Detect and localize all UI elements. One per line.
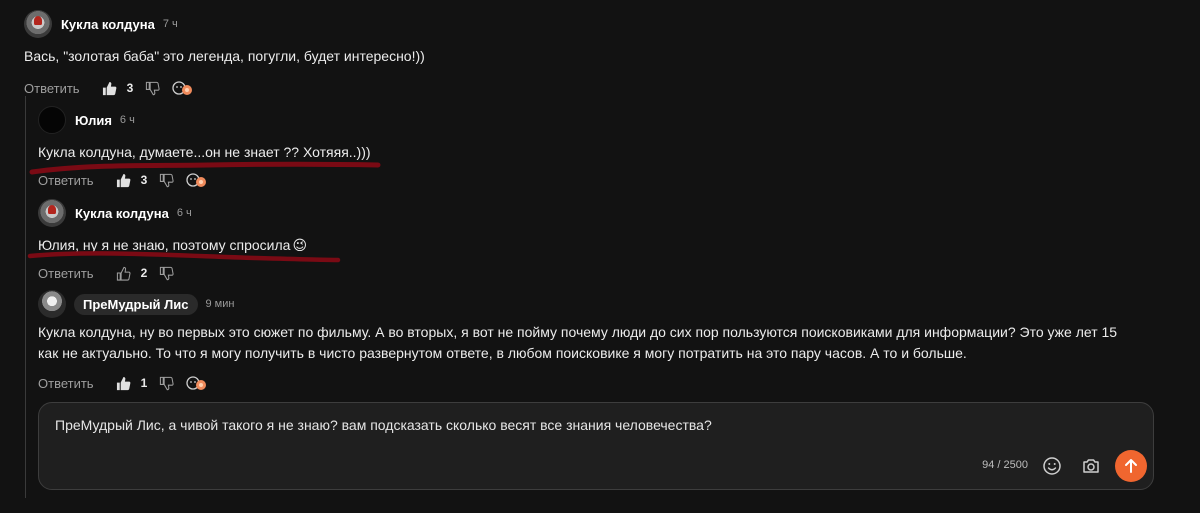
reactions-button[interactable] [184,172,208,188]
like-icon [116,173,130,187]
comment-text-line: Кукла колдуна, ну во первых это сюжет по… [38,324,1118,340]
comment-text: Кукла колдуна, ну во первых это сюжет по… [38,322,1168,364]
comment-text: Юлия, ну я не знаю, поэтому спросила 😉 [38,235,1158,256]
camera-icon [1083,459,1099,473]
avatar[interactable] [38,199,66,227]
dislike-icon [160,376,174,390]
avatar[interactable] [24,10,52,38]
avatar[interactable] [38,106,66,134]
comment-author[interactable]: Кукла колдуна [75,206,169,221]
dislike-icon [146,81,160,95]
comment-time: 9 мин [205,298,235,310]
reply-button[interactable]: Ответить [24,81,80,96]
like-count: 1 [140,376,148,390]
thread-line [25,96,26,498]
reply-button[interactable]: Ответить [38,376,94,391]
comment-author[interactable]: ПреМудрый Лис [74,293,198,315]
dislike-button[interactable] [159,266,174,281]
like-count: 2 [140,266,148,280]
comment-author[interactable]: Кукла колдуна [61,17,155,32]
reactions-button[interactable] [184,375,208,391]
reactions-button[interactable] [170,80,194,96]
like-button[interactable] [116,173,131,188]
like-icon [116,376,130,390]
comment-time: 6 ч [176,207,192,219]
reactions-icon [186,173,207,187]
comment-text-body: Юлия, ну я не знаю, поэтому спросила [38,237,291,253]
comment-composer[interactable]: ПреМудрый Лис, а чивой такого я не знаю?… [38,402,1154,490]
comment-header: Кукла колдуна 7 ч [24,10,1174,38]
comment-actions: Ответить 1 [38,372,1168,394]
comment-author[interactable]: Юлия [75,113,112,128]
dislike-button[interactable] [145,81,160,96]
like-count: 3 [140,173,148,187]
avatar[interactable] [38,290,66,318]
comment-actions: Ответить 2 [38,262,1158,284]
like-icon [116,266,131,281]
comment-header: Кукла колдуна 6 ч [38,199,1158,227]
reactions-icon [172,81,193,95]
reply-button[interactable]: Ответить [38,173,94,188]
comment-time: 6 ч [119,114,135,126]
comment-actions: Ответить 3 [38,169,1158,191]
comment: Кукла колдуна 7 ч Вась, "золотая баба" э… [24,10,1174,99]
dislike-icon [160,266,174,280]
comment: Юлия 6 ч Кукла колдуна, думаете...он не … [38,106,1158,191]
reactions-icon [186,376,207,390]
smile-icon [1043,457,1061,475]
comment-header: ПреМудрый Лис 9 мин [38,290,1168,318]
dislike-button[interactable] [159,376,174,391]
like-icon [102,81,116,95]
attach-photo-button[interactable] [1080,455,1102,477]
comment: ПреМудрый Лис 9 мин Кукла колдуна, ну во… [38,290,1168,394]
comment-text: Вась, "золотая баба" это легенда, погугл… [24,48,425,64]
comment-text-line: как не актуально. То что я могу получить… [38,345,967,361]
like-count: 3 [126,81,134,95]
like-button[interactable] [116,376,131,391]
comment-time: 7 ч [162,18,178,30]
comment-header: Юлия 6 ч [38,106,1158,134]
comment-input-text[interactable]: ПреМудрый Лис, а чивой такого я не знаю?… [55,417,712,433]
dislike-button[interactable] [159,173,174,188]
character-counter: 94 / 2500 [982,459,1028,471]
emoji-button[interactable] [1041,455,1063,477]
send-button[interactable] [1115,450,1147,482]
comment-actions: Ответить 3 [24,77,1174,99]
like-button[interactable] [116,266,131,281]
wink-emoji: 😉 [292,237,308,253]
reply-button[interactable]: Ответить [38,266,94,281]
comment: Кукла колдуна 6 ч Юлия, ну я не знаю, по… [38,199,1158,284]
arrow-up-icon [1125,459,1137,473]
dislike-icon [160,173,174,187]
comment-text: Кукла колдуна, думаете...он не знает ?? … [38,144,371,160]
like-button[interactable] [102,81,117,96]
